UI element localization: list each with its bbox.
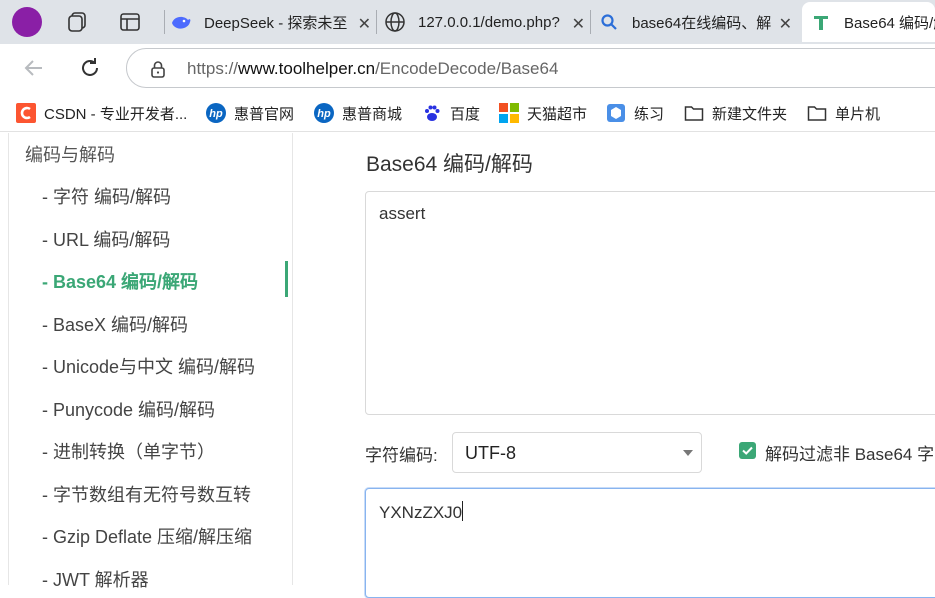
chevron-down-icon <box>683 450 693 456</box>
bookmark-label: CSDN - 专业开发者... <box>44 105 188 123</box>
close-icon[interactable]: ✕ <box>572 14 585 34</box>
sidebar-item-gzip[interactable]: - Gzip Deflate 压缩/解压缩 <box>42 523 252 549</box>
url-host: www.toolhelper.cn <box>238 59 376 78</box>
svg-text:hp: hp <box>317 108 331 120</box>
svg-text:hp: hp <box>209 108 223 120</box>
microsoft-grid-icon <box>499 103 519 123</box>
browser-tab-strip: DeepSeek - 探索未至 ✕ 127.0.0.1/demo.php? ✕ … <box>0 0 935 44</box>
bookmark-tmall[interactable]: 天猫超市 <box>499 102 587 124</box>
close-icon[interactable]: ✕ <box>779 14 792 34</box>
output-text: YXNzZXJ0 <box>379 503 463 522</box>
tab-localhost-demo[interactable]: 127.0.0.1/demo.php? ✕ <box>384 2 589 42</box>
browser-toolbar: https://www.toolhelper.cn/EncodeDecode/B… <box>0 44 935 92</box>
profile-avatar[interactable] <box>12 7 42 37</box>
bookmark-hp-store[interactable]: hp 惠普商城 <box>314 102 402 124</box>
tab-toolhelper-base64[interactable]: Base64 编码/解 <box>802 2 935 42</box>
bookmark-mcu[interactable]: 单片机 <box>807 102 880 124</box>
bookmark-hp-official[interactable]: hp 惠普官网 <box>206 102 294 124</box>
workspaces-icon[interactable] <box>66 10 90 34</box>
close-icon[interactable]: ✕ <box>358 14 371 34</box>
folder-icon <box>684 103 704 123</box>
url-path: /EncodeDecode/Base64 <box>375 59 559 78</box>
sidebar-item-unicode[interactable]: - Unicode与中文 编码/解码 <box>42 353 255 379</box>
bookmark-label: 练习 <box>634 105 665 123</box>
tab-title: base64在线编码、解 <box>632 14 772 32</box>
text-cursor <box>462 501 464 521</box>
hp-icon: hp <box>314 103 334 123</box>
sidebar-item-url-encode[interactable]: - URL 编码/解码 <box>42 226 170 252</box>
baidu-paw-icon <box>422 103 442 123</box>
back-arrow-icon[interactable] <box>22 56 46 80</box>
vertical-tabs-icon[interactable] <box>118 10 142 34</box>
address-bar[interactable]: https://www.toolhelper.cn/EncodeDecode/B… <box>126 48 935 88</box>
tab-deepseek[interactable]: DeepSeek - 探索未至 ✕ <box>170 2 375 42</box>
bookmark-label: 单片机 <box>835 105 881 123</box>
bookmark-label: 天猫超市 <box>527 105 588 123</box>
tab-separator <box>164 10 165 34</box>
sidebar-heading: 编码与解码 <box>25 145 115 165</box>
sidebar-item-char-encode[interactable]: - 字符 编码/解码 <box>42 183 171 209</box>
active-indicator <box>285 261 288 297</box>
page-title: Base64 编码/解码 <box>366 153 533 176</box>
bookmark-label: 惠普商城 <box>342 105 403 123</box>
folder-icon <box>807 103 827 123</box>
csdn-icon <box>16 103 36 123</box>
url-scheme: https:// <box>187 59 239 78</box>
sidebar-item-base64[interactable]: - Base64 编码/解码 <box>42 268 198 294</box>
tab-title: 127.0.0.1/demo.php? <box>418 13 560 31</box>
toolhelper-icon <box>810 11 832 33</box>
bookmark-label: 惠普官网 <box>234 105 295 123</box>
sidebar-item-jwt[interactable]: - JWT 解析器 <box>42 566 149 592</box>
charset-select[interactable]: UTF-8 <box>452 432 702 473</box>
filter-checkbox[interactable] <box>739 442 756 459</box>
bookmark-practice[interactable]: 练习 <box>606 102 664 124</box>
charset-label: 字符编码: <box>365 446 438 465</box>
filter-label[interactable]: 解码过滤非 Base64 字 <box>765 440 934 465</box>
bookmark-csdn[interactable]: CSDN - 专业开发者... <box>16 102 187 124</box>
globe-icon <box>384 11 406 33</box>
bookmarks-bar: CSDN - 专业开发者... hp 惠普官网 hp 惠普商城 百度 天猫超市 … <box>0 92 935 132</box>
bookmark-baidu[interactable]: 百度 <box>422 102 480 124</box>
refresh-icon[interactable] <box>78 56 102 80</box>
tab-title: DeepSeek - 探索未至 <box>204 14 348 32</box>
charset-value: UTF-8 <box>465 443 516 463</box>
tab-separator <box>590 10 591 34</box>
sidebar-item-byte-array[interactable]: - 字节数组有无符号数互转 <box>42 481 251 507</box>
search-icon <box>598 11 620 33</box>
input-textarea[interactable]: assert <box>365 191 935 415</box>
tab-separator <box>376 10 377 34</box>
sidebar-item-radix[interactable]: - 进制转换（单字节） <box>42 438 215 464</box>
lock-icon[interactable] <box>149 60 167 78</box>
tab-base64-search[interactable]: base64在线编码、解 ✕ <box>598 2 796 42</box>
bookmark-new-folder[interactable]: 新建文件夹 <box>684 102 787 124</box>
cube-icon <box>606 103 626 123</box>
sidebar-item-basex[interactable]: - BaseX 编码/解码 <box>42 311 188 337</box>
tools-sidebar: 编码与解码 - 字符 编码/解码 - URL 编码/解码 - Base64 编码… <box>8 133 293 590</box>
url-text: https://www.toolhelper.cn/EncodeDecode/B… <box>187 59 558 79</box>
hp-icon: hp <box>206 103 226 123</box>
bookmark-label: 百度 <box>450 105 481 123</box>
tab-title: Base64 编码/解 <box>844 14 935 32</box>
bookmark-label: 新建文件夹 <box>712 105 788 123</box>
checkmark-icon <box>742 446 753 455</box>
deepseek-whale-icon <box>170 11 192 33</box>
input-text: assert <box>379 204 426 223</box>
output-textarea[interactable]: YXNzZXJ0 <box>365 488 935 598</box>
sidebar-item-punycode[interactable]: - Punycode 编码/解码 <box>42 396 215 422</box>
